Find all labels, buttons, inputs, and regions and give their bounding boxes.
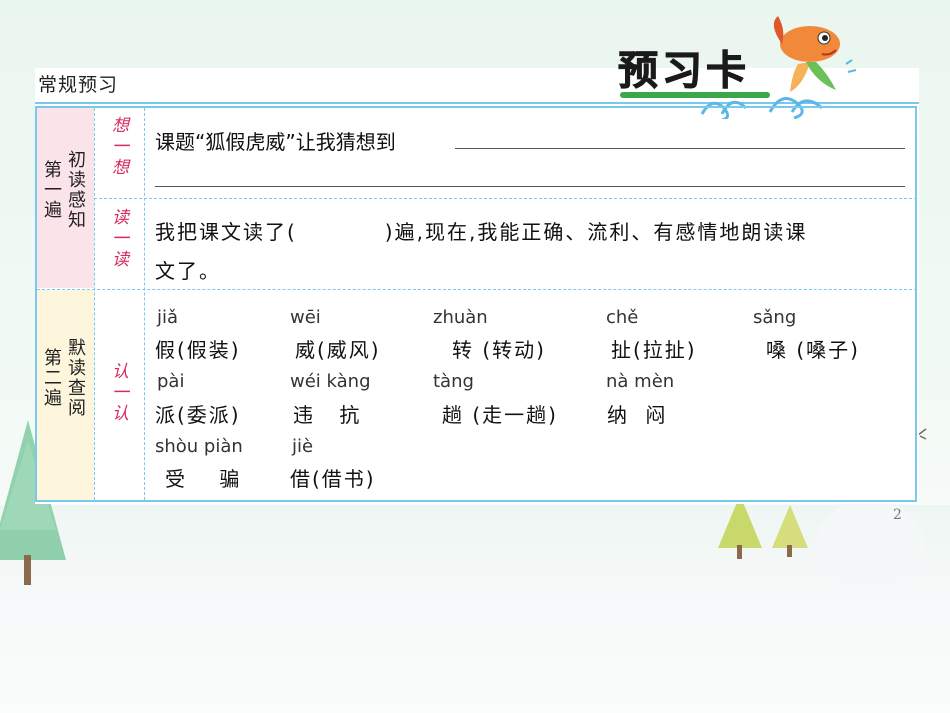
pinyin: zhuàn: [433, 307, 488, 328]
character-entry: 扯(拉扯): [611, 338, 697, 362]
read-instruction-line1: 我把课文读了( )遍,现在,我能正确、流利、有感情地朗读课: [155, 220, 808, 244]
read-instruction-line2: 文了。: [155, 259, 221, 283]
character-entry: 借(借书): [290, 467, 376, 491]
think-prompt: 课题“狐假虎威”让我猜想到: [155, 130, 396, 154]
pinyin: jiǎ: [157, 307, 179, 328]
character-entry: 转 (转动): [452, 338, 546, 362]
character-entry: 纳 闷: [607, 403, 672, 427]
character-entry: 受 骗: [165, 467, 254, 491]
pinyin: nà mèn: [606, 371, 675, 392]
pinyin: shòu piàn: [155, 436, 243, 457]
snow-ground-decoration: [0, 505, 950, 713]
column-divider: [144, 108, 145, 500]
character-entry: 派(委派): [155, 403, 241, 427]
character-entry: 趟 (走一趟): [442, 403, 558, 427]
character-entry: 威(威风): [295, 338, 381, 362]
pinyin: pài: [157, 371, 185, 392]
first-pass-label: 第一遍: [41, 160, 62, 220]
column-divider: [94, 108, 95, 500]
read-tag: 读一读: [108, 208, 128, 271]
first-pass-title: 初读感知: [65, 150, 86, 230]
fish-icon: [773, 16, 857, 92]
pinyin: wēi: [290, 307, 321, 328]
character-entry: 违 抗: [293, 403, 370, 427]
second-pass-label: 第二遍: [41, 348, 62, 408]
answer-line: [155, 186, 905, 187]
pinyin: jiè: [292, 436, 314, 457]
think-tag: 想一想: [108, 116, 128, 179]
recognize-tag: 认一认: [108, 362, 128, 425]
branch-icon: [917, 428, 927, 440]
row-divider: [94, 198, 917, 199]
character-entry: 嗓 (嗓子): [766, 338, 860, 362]
pinyin: tàng: [433, 371, 474, 392]
pinyin: chě: [606, 307, 639, 328]
character-entry: 假(假装): [155, 338, 241, 362]
pinyin: wéi kàng: [290, 371, 371, 392]
logo-title: 预习卡: [618, 48, 750, 95]
page-number: 2: [893, 507, 902, 523]
row-divider: [37, 289, 917, 290]
answer-line: [455, 148, 905, 149]
second-pass-title: 默读查阅: [65, 338, 86, 418]
pinyin: sǎng: [753, 307, 797, 328]
section-header-label: 常规预习: [38, 74, 119, 96]
